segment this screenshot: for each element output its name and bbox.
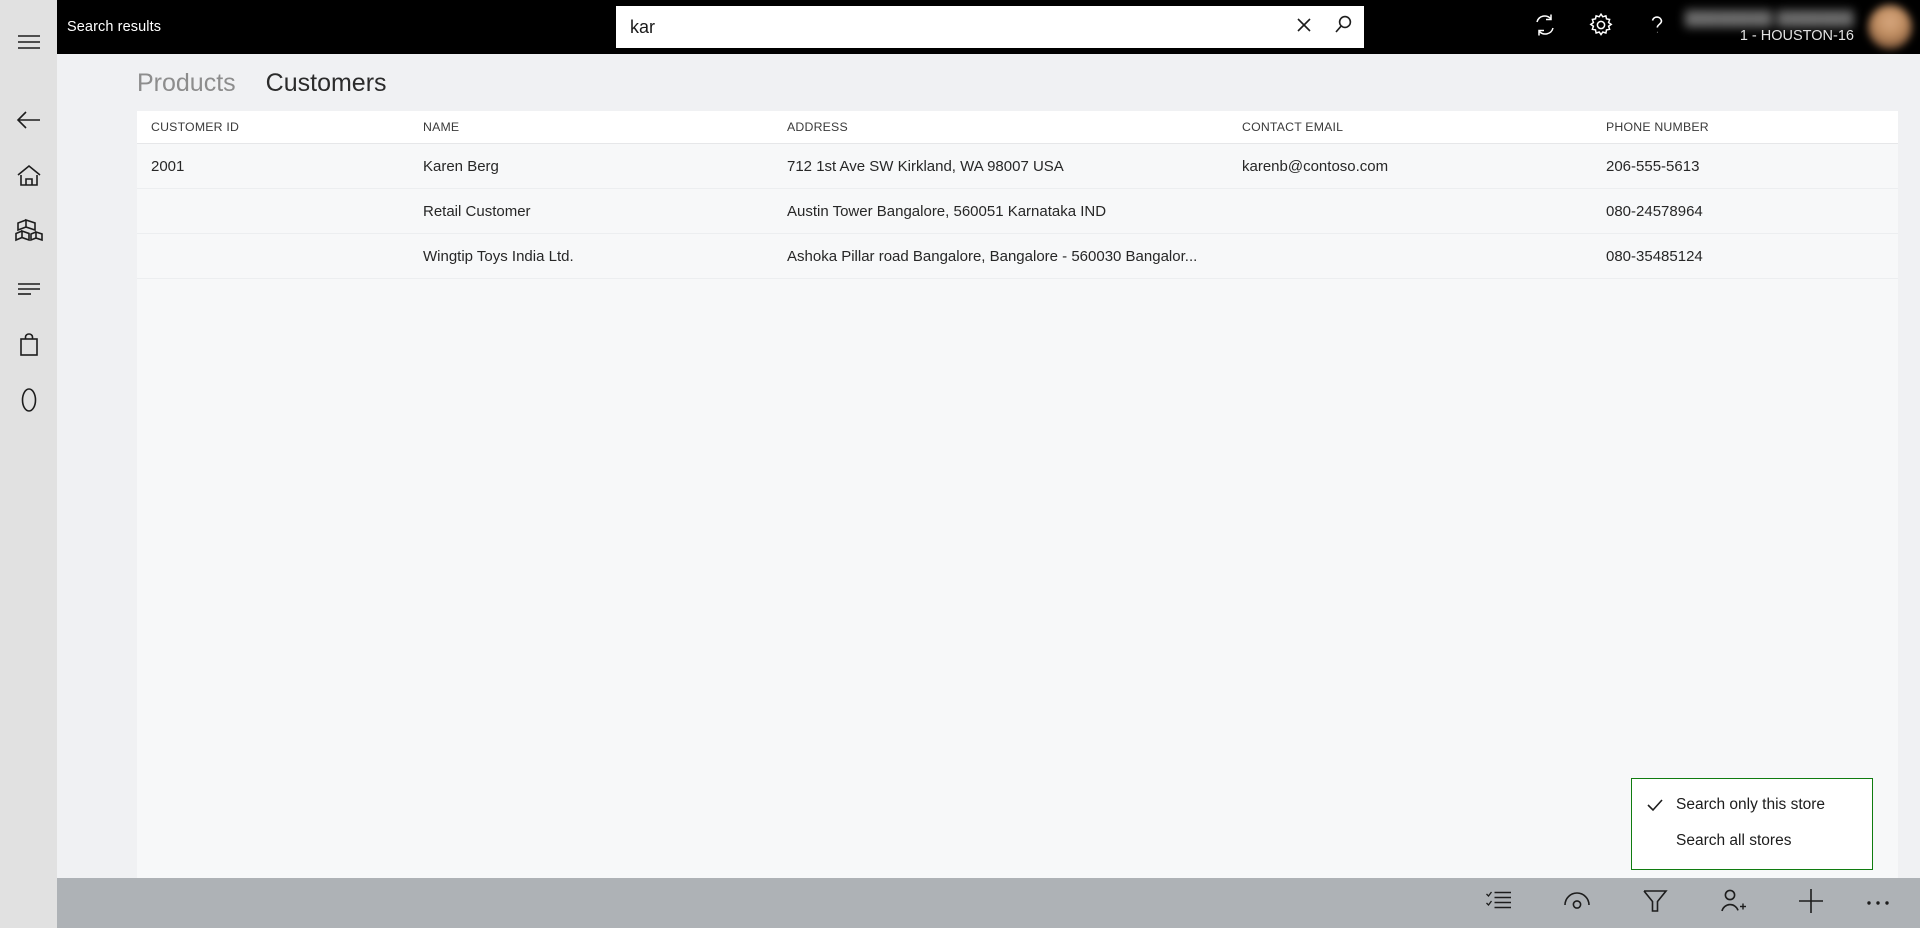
search-input[interactable]: [616, 6, 1284, 48]
cell-name: Retail Customer: [423, 202, 531, 220]
cell-address: 712 1st Ave SW Kirkland, WA 98007 USA: [787, 157, 1064, 175]
tab-bar: Products Customers: [57, 54, 1920, 111]
column-header-name: NAME: [423, 120, 460, 134]
hamburger-icon: [16, 32, 42, 52]
column-header-customer-id: CUSTOMER ID: [151, 120, 240, 134]
check-icon: [1646, 797, 1676, 813]
plus-icon: [1796, 886, 1826, 921]
popup-item-search-only-this-store[interactable]: Search only this store: [1632, 787, 1872, 823]
search-submit-button[interactable]: [1324, 6, 1364, 48]
refresh-icon: [1532, 12, 1558, 43]
lines-icon: [16, 279, 42, 297]
home-icon: [16, 164, 42, 188]
oval-icon: [19, 386, 39, 414]
right-pane: Search results kar ████████ ███████ 1 - …: [57, 0, 1920, 928]
table-row[interactable]: 2001 Karen Berg 712 1st Ave SW Kirkland,…: [137, 144, 1898, 189]
tab-customers[interactable]: Customers: [266, 68, 387, 98]
user-account-block[interactable]: ████████ ███████ 1 - HOUSTON-16: [1685, 0, 1868, 54]
avatar[interactable]: [1868, 5, 1912, 49]
bottom-toolbar: [57, 878, 1920, 928]
cell-address: Austin Tower Bangalore, 560051 Karnataka…: [787, 202, 1107, 220]
table-row[interactable]: Retail Customer Austin Tower Bangalore, …: [137, 189, 1898, 234]
search-box[interactable]: [616, 6, 1364, 48]
popup-item-label: Search only this store: [1676, 796, 1826, 813]
sync-button[interactable]: [1517, 0, 1573, 54]
app-window: Search results kar ████████ ███████ 1 - …: [0, 0, 1920, 928]
search-icon: [1333, 14, 1355, 41]
sidebar-item-hamburger-menu[interactable]: [0, 14, 57, 70]
settings-button[interactable]: [1573, 0, 1629, 54]
customers-list-panel: CUSTOMER ID NAME ADDRESS CONTACT EMAIL P…: [137, 111, 1898, 878]
top-bar-actions: ████████ ███████ 1 - HOUSTON-16: [1517, 0, 1920, 54]
question-mark-icon: [1644, 12, 1670, 43]
sidebar-item-back[interactable]: [0, 92, 57, 148]
person-add-icon: [1719, 888, 1747, 919]
cell-name: Wingtip Toys India Ltd.: [423, 247, 574, 265]
column-header-contact-email: CONTACT EMAIL: [1242, 120, 1344, 134]
table-header-row: CUSTOMER ID NAME ADDRESS CONTACT EMAIL P…: [137, 111, 1898, 144]
search-clear-button[interactable]: [1284, 6, 1324, 48]
cell-contact-email: karenb@contoso.com: [1242, 157, 1389, 175]
funnel-icon: [1642, 888, 1668, 919]
tab-products[interactable]: Products: [137, 68, 236, 98]
search-scope-popup: Search only this store Search all stores: [1631, 778, 1873, 870]
sidebar-item-products[interactable]: [0, 204, 57, 260]
shopping-bag-icon: [17, 331, 41, 357]
cell-phone-number: 206-555-5613: [1606, 157, 1700, 175]
cell-address: Ashoka Pillar road Bangalore, Bangalore …: [787, 247, 1198, 265]
cell-customer-id: 2001: [151, 157, 185, 175]
cell-name: Karen Berg: [423, 157, 499, 175]
cell-phone-number: 080-35485124: [1606, 247, 1703, 265]
column-header-phone-number: PHONE NUMBER: [1606, 120, 1709, 134]
page-title: Search results: [67, 19, 162, 35]
close-icon: [1294, 15, 1314, 40]
arrow-left-icon: [15, 109, 43, 131]
eye-icon: [1562, 889, 1592, 918]
column-header-address: ADDRESS: [787, 120, 848, 134]
ellipsis-icon: [1865, 894, 1891, 912]
help-button[interactable]: [1629, 0, 1685, 54]
filter-button[interactable]: [1616, 878, 1694, 928]
boxes-icon: [14, 218, 44, 246]
checklist-icon: [1485, 888, 1513, 919]
table-row[interactable]: Wingtip Toys India Ltd. Ashoka Pillar ro…: [137, 234, 1898, 279]
store-id: 1 - HOUSTON-16: [1739, 27, 1854, 44]
sidebar-item-shop[interactable]: [0, 316, 57, 372]
add-customer-button[interactable]: [1694, 878, 1772, 928]
main-content: Products Customers CUSTOMER ID NAME ADDR…: [57, 54, 1920, 878]
sidebar-item-home[interactable]: [0, 148, 57, 204]
user-name: ████████ ███████: [1685, 9, 1854, 26]
sidebar-item-cash[interactable]: [0, 372, 57, 428]
top-bar: Search results kar ████████ ███████ 1 - …: [57, 0, 1920, 54]
new-button[interactable]: [1772, 878, 1850, 928]
cell-phone-number: 080-24578964: [1606, 202, 1703, 220]
select-mode-button[interactable]: [1460, 878, 1538, 928]
more-button[interactable]: [1850, 878, 1906, 928]
popup-item-label: Search all stores: [1676, 832, 1792, 849]
sidebar-item-transactions[interactable]: [0, 260, 57, 316]
popup-item-search-all-stores[interactable]: Search all stores: [1632, 823, 1872, 859]
gear-icon: [1588, 12, 1614, 43]
view-details-button[interactable]: [1538, 878, 1616, 928]
left-navigation-sidebar: [0, 0, 57, 928]
